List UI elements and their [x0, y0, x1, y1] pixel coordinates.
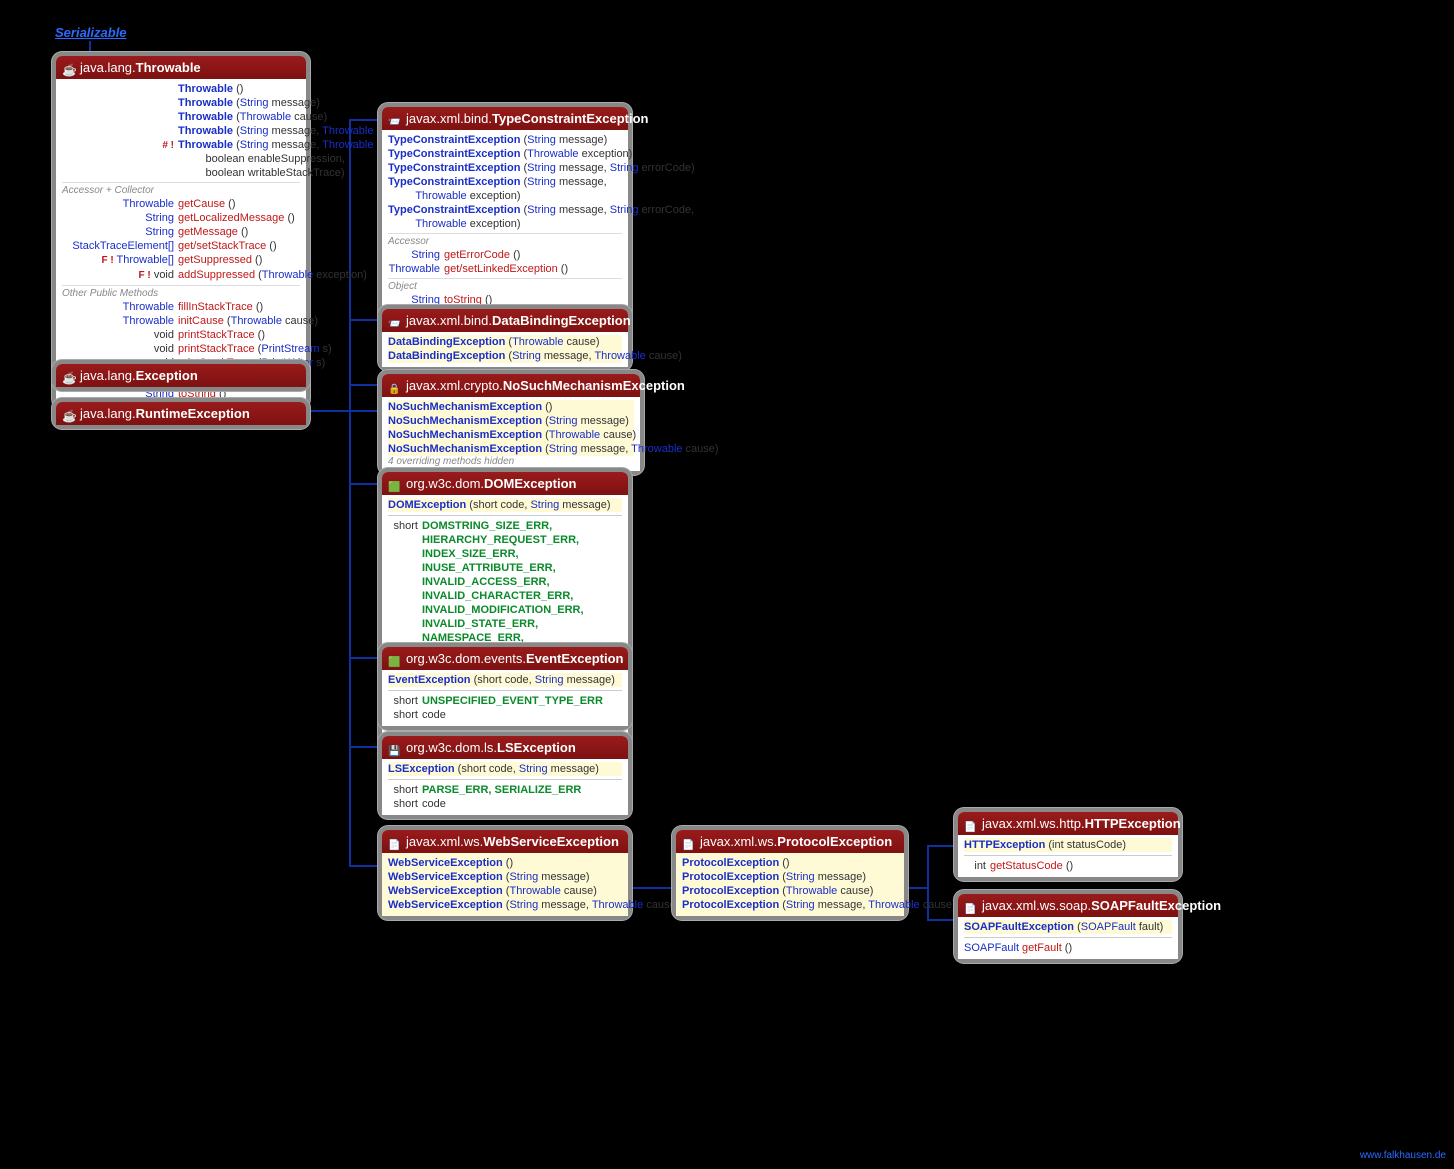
class-nosuchmechanismexception: javax.xml.crypto.NoSuchMechanismExceptio… — [378, 370, 644, 475]
class-webserviceexception: javax.xml.ws.WebServiceException WebServ… — [378, 826, 632, 920]
class-icon — [62, 408, 76, 420]
class-httpexception: javax.xml.ws.http.HTTPException HTTPExce… — [954, 808, 1182, 881]
class-icon — [388, 478, 402, 490]
section-object: Object — [388, 278, 622, 293]
accessor-list: ThrowablegetCause ()StringgetLocalizedMe… — [62, 197, 300, 283]
class-exception: java.lang.Exception — [52, 360, 310, 391]
class-icon — [388, 315, 402, 327]
serializable-link[interactable]: Serializable — [55, 25, 127, 40]
class-protocolexception: javax.xml.ws.ProtocolException ProtocolE… — [672, 826, 908, 920]
class-icon — [388, 742, 402, 754]
class-typeconstraintexception: javax.xml.bind.TypeConstraintException T… — [378, 103, 632, 326]
section-accessor-collector: Accessor + Collector — [62, 182, 300, 197]
class-icon — [62, 62, 76, 74]
class-throwable: java.lang.Throwable Throwable ()Throwabl… — [52, 52, 310, 409]
class-icon — [964, 818, 978, 830]
section-accessor: Accessor — [388, 233, 622, 248]
class-lsexception: org.w3c.dom.ls.LSException LSException (… — [378, 732, 632, 819]
class-icon — [964, 900, 978, 912]
class-databindingexception: javax.xml.bind.DataBindingException Data… — [378, 305, 632, 371]
class-soapfaultexception: javax.xml.ws.soap.SOAPFaultException SOA… — [954, 890, 1182, 963]
class-icon — [388, 653, 402, 665]
class-icon — [682, 836, 696, 848]
class-icon — [388, 836, 402, 848]
credit-link[interactable]: www.falkhausen.de — [1360, 1150, 1446, 1161]
class-icon — [62, 370, 76, 382]
class-icon — [388, 113, 402, 125]
class-runtimeexception: java.lang.RuntimeException — [52, 398, 310, 429]
section-other: Other Public Methods — [62, 285, 300, 300]
class-icon — [388, 380, 402, 392]
class-header: java.lang.Throwable — [56, 56, 306, 79]
class-eventexception: org.w3c.dom.events.EventException EventE… — [378, 643, 632, 730]
ctor-list: Throwable ()Throwable (String message)Th… — [62, 82, 300, 180]
hidden-methods-note: 4 overriding methods hidden — [388, 456, 634, 467]
